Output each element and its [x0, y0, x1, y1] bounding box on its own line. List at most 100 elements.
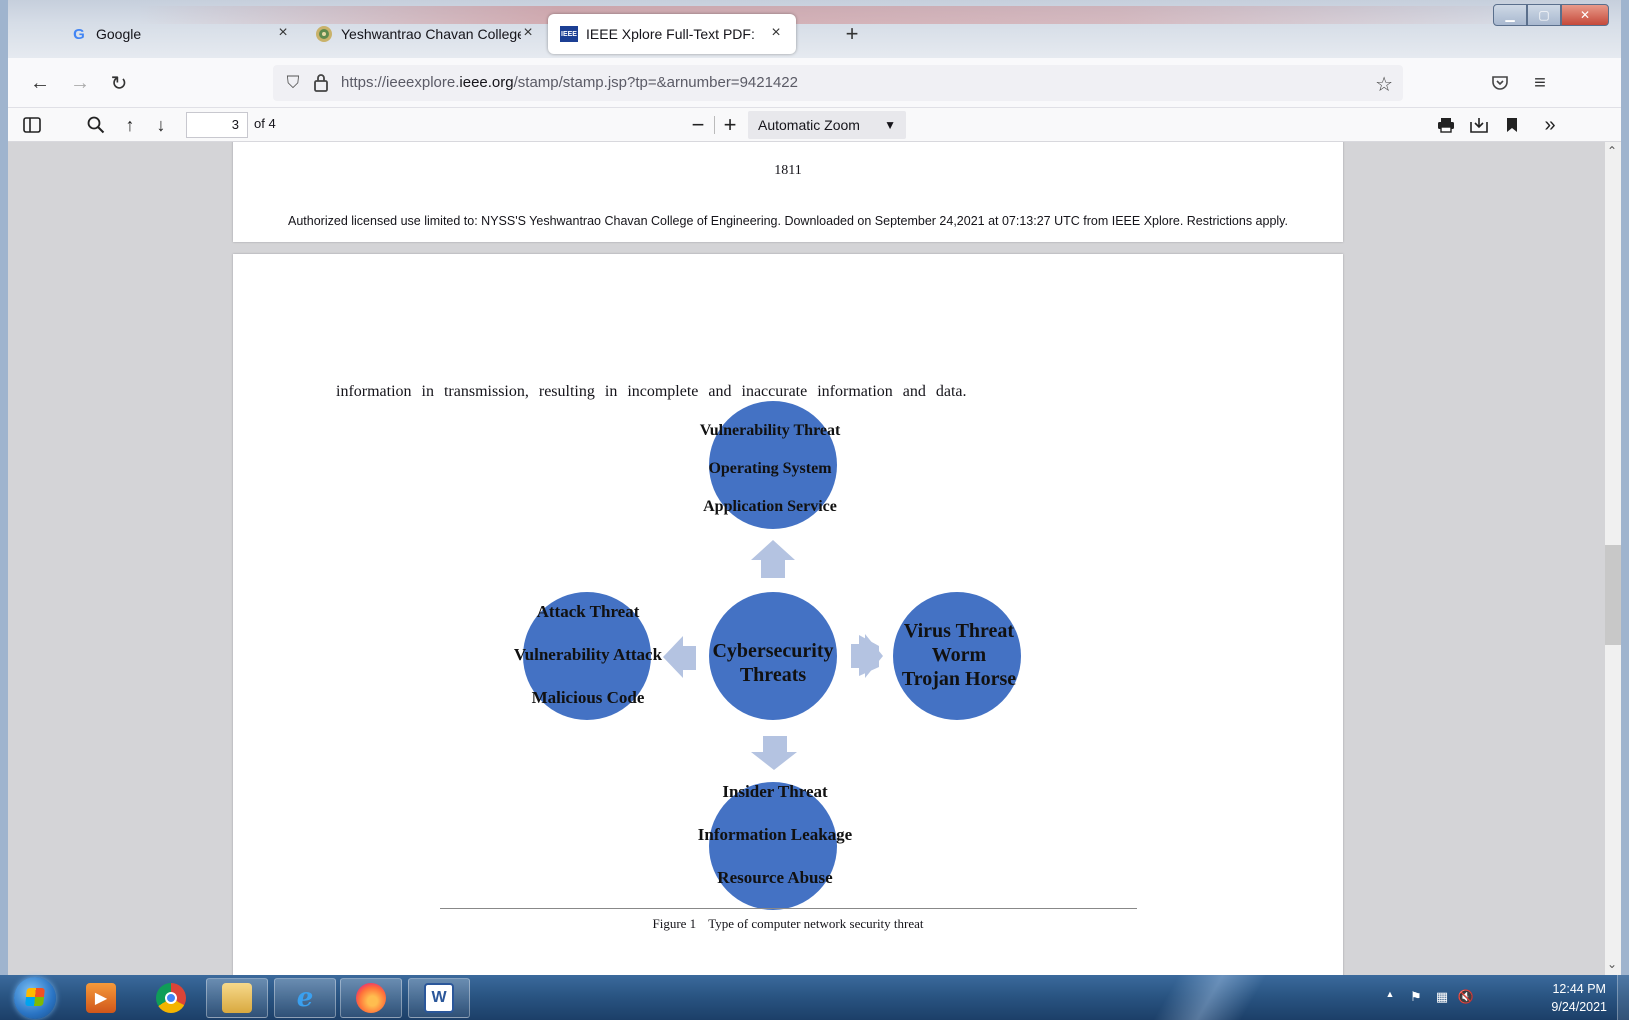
start-button[interactable]: [14, 977, 56, 1019]
tab-google[interactable]: G Google ×: [58, 14, 303, 54]
reload-button[interactable]: ↻: [103, 67, 135, 99]
folder-icon: [222, 983, 252, 1013]
volume-muted-icon[interactable]: 🔇: [1457, 989, 1475, 1007]
top-label-3: Application Service: [703, 498, 837, 515]
bookmark-star-icon[interactable]: ☆: [1375, 72, 1393, 97]
pdf-viewer[interactable]: 1811 Authorized licensed use limited to:…: [8, 142, 1613, 975]
show-hidden-icons-icon[interactable]: ▲: [1381, 989, 1399, 1007]
search-icon: [87, 116, 105, 134]
network-icon[interactable]: ▦: [1433, 989, 1451, 1007]
taskbar-internet-explorer[interactable]: e: [274, 978, 336, 1018]
zoom-in-button[interactable]: +: [716, 112, 744, 138]
taskbar-media-player[interactable]: ▶: [70, 978, 132, 1018]
arrow-down-icon: ↓: [156, 114, 166, 135]
page-count: of 4: [254, 116, 276, 131]
plus-icon: +: [723, 112, 737, 137]
firefox-icon: [356, 983, 386, 1013]
window-controls: ▁ ▢ ✕: [1493, 4, 1609, 26]
minus-icon: −: [691, 112, 705, 137]
scrollbar-thumb[interactable]: [1605, 545, 1621, 645]
pocket-icon: [1492, 76, 1508, 90]
close-tab-icon[interactable]: ×: [518, 23, 538, 43]
tab-yeshwantrao[interactable]: Yeshwantrao Chavan College of E ×: [303, 14, 548, 54]
tools-button[interactable]: »: [1536, 112, 1564, 138]
figure-label: Figure 1: [652, 916, 697, 931]
taskbar-file-explorer[interactable]: [206, 978, 268, 1018]
word-icon: W: [424, 983, 454, 1013]
previous-page-button[interactable]: ↑: [116, 112, 144, 138]
minimize-button[interactable]: ▁: [1493, 4, 1527, 26]
taskbar-firefox[interactable]: [340, 978, 402, 1018]
close-tab-icon[interactable]: ×: [273, 23, 293, 43]
forward-arrow-icon: →: [70, 71, 90, 94]
bottom-label-3: Resource Abuse: [717, 868, 833, 887]
close-tab-icon[interactable]: ×: [766, 23, 786, 43]
right-label-3: Trojan Horse: [902, 668, 1016, 690]
left-label-3: Malicious Code: [532, 688, 645, 707]
show-desktop-button[interactable]: [1617, 975, 1629, 1020]
print-button[interactable]: [1432, 112, 1460, 138]
clock[interactable]: 12:44 PM 9/24/2021: [1551, 980, 1607, 1016]
top-label-2: Operating System: [708, 460, 832, 477]
tab-ieee-xplore[interactable]: IEEE IEEE Xplore Full-Text PDF: ×: [548, 14, 796, 54]
back-arrow-icon: ←: [30, 71, 50, 94]
pocket-button[interactable]: [1484, 67, 1516, 99]
new-tab-button[interactable]: +: [840, 22, 864, 46]
internet-explorer-icon: e: [296, 983, 314, 1013]
bottom-circle: [709, 782, 837, 910]
taskbar-highlight: [1150, 975, 1270, 1020]
center-label-2: Threats: [740, 664, 807, 686]
license-notice: Authorized licensed use limited to: NYSS…: [288, 214, 1288, 228]
center-label-1: Cybersecurity: [712, 640, 833, 662]
scroll-down-icon[interactable]: ⌄: [1607, 957, 1617, 971]
taskbar-word[interactable]: W: [408, 978, 470, 1018]
pdf-page-previous: 1811 Authorized licensed use limited to:…: [233, 142, 1343, 242]
sidebar-icon: [23, 117, 41, 133]
toolbar-separator: [714, 116, 715, 134]
page-number-input[interactable]: 3: [186, 112, 248, 138]
taskbar-chrome[interactable]: [140, 978, 202, 1018]
address-bar[interactable]: ⛉ https://ieeexplore.ieee.org/stamp/stam…: [273, 65, 1403, 101]
zoom-select[interactable]: Automatic Zoom ▼: [748, 111, 906, 139]
arrow-right-head: [851, 634, 883, 678]
zoom-value: Automatic Zoom: [758, 117, 860, 133]
download-icon: [1470, 118, 1488, 133]
double-chevron-right-icon: »: [1544, 113, 1556, 136]
tab-title: Google: [96, 26, 142, 42]
tracking-shield-icon[interactable]: ⛉: [283, 73, 303, 93]
action-center-flag-icon[interactable]: ⚑: [1407, 989, 1425, 1007]
threat-diagram: Vulnerability Threat Operating System Ap…: [514, 401, 1021, 910]
reload-icon: ↻: [110, 72, 128, 95]
hamburger-menu-icon: ≡: [1534, 71, 1546, 94]
bookmark-button[interactable]: [1498, 112, 1526, 138]
app-menu-button[interactable]: ≡: [1524, 67, 1556, 99]
chrome-icon: [156, 983, 186, 1013]
bottom-label-1: Insider Threat: [722, 782, 828, 801]
find-button[interactable]: [82, 112, 110, 138]
save-button[interactable]: [1465, 112, 1493, 138]
window-close-button[interactable]: ✕: [1561, 4, 1609, 26]
figure-rule: [440, 908, 1137, 909]
top-label-1: Vulnerability Threat: [700, 422, 841, 439]
url-text[interactable]: https://ieeexplore.ieee.org/stamp/stamp.…: [341, 74, 798, 91]
forward-button[interactable]: →: [64, 67, 96, 99]
clock-date: 9/24/2021: [1551, 1000, 1607, 1014]
bottom-label-2: Information Leakage: [698, 825, 853, 844]
scroll-up-icon[interactable]: ⌃: [1607, 144, 1617, 158]
sidebar-toggle-button[interactable]: [18, 112, 46, 138]
college-crest-icon: [315, 25, 333, 43]
figure-caption: Figure 1 Type of computer network securit…: [233, 916, 1343, 932]
ieee-icon: IEEE: [560, 26, 578, 42]
next-page-button[interactable]: ↓: [147, 112, 175, 138]
left-label-2: Vulnerability Attack: [514, 645, 663, 664]
taskbar: ▶ e W ▲ ⚑ ▦ 🔇 12:44 PM 9/24/2021: [0, 975, 1629, 1020]
media-player-icon: ▶: [86, 983, 116, 1013]
page-number: 1811: [774, 163, 802, 178]
lock-icon[interactable]: [313, 73, 333, 93]
arrow-down: [751, 736, 797, 770]
zoom-out-button[interactable]: −: [684, 112, 712, 138]
back-button[interactable]: ←: [24, 67, 56, 99]
right-label-1: Virus Threat: [904, 620, 1015, 642]
maximize-button[interactable]: ▢: [1527, 4, 1561, 26]
figure-caption-text: Type of computer network security threat: [708, 916, 924, 931]
